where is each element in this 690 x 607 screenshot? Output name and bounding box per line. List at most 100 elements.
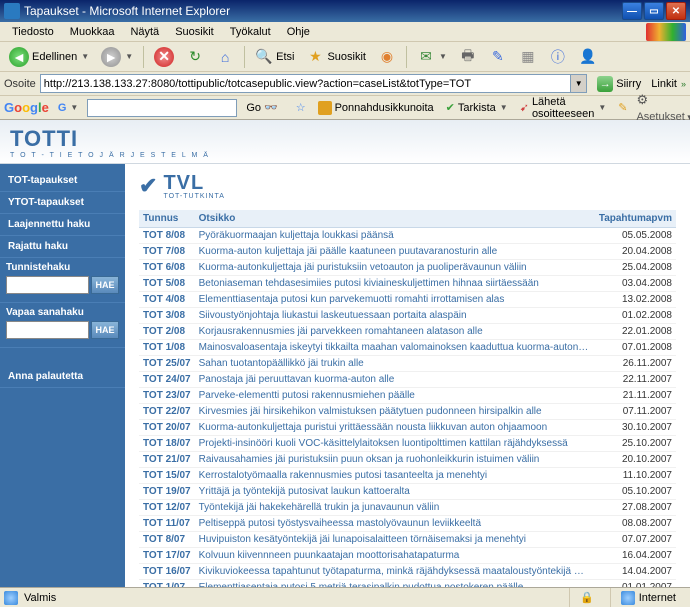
col-title[interactable]: Otsikko bbox=[195, 210, 595, 228]
case-id[interactable]: TOT 7/08 bbox=[139, 244, 195, 260]
case-title[interactable]: Korjausrakennusmies jäi parvekkeen romah… bbox=[195, 324, 595, 340]
maximize-button[interactable]: ▭ bbox=[644, 2, 664, 20]
case-id[interactable]: TOT 12/07 bbox=[139, 500, 195, 516]
address-input[interactable] bbox=[40, 74, 587, 93]
table-row[interactable]: TOT 20/07Kuorma-autonkuljettaja puristui… bbox=[139, 420, 676, 436]
case-title[interactable]: Kolvuun kiivennneen puunkaatajan moottor… bbox=[195, 548, 595, 564]
case-title[interactable]: Työntekijä jäi hakekehärellä trukin ja j… bbox=[195, 500, 595, 516]
case-id[interactable]: TOT 4/08 bbox=[139, 292, 195, 308]
case-title[interactable]: Siivoustyönjohtaja liukastui laskeutuess… bbox=[195, 308, 595, 324]
case-id[interactable]: TOT 16/07 bbox=[139, 564, 195, 580]
case-id[interactable]: TOT 20/07 bbox=[139, 420, 195, 436]
case-id[interactable]: TOT 23/07 bbox=[139, 388, 195, 404]
table-row[interactable]: TOT 5/08Betoniaseman tehdasesimiies puto… bbox=[139, 276, 676, 292]
case-title[interactable]: Yrittäjä ja työntekijä putosivat laukun … bbox=[195, 484, 595, 500]
menu-help[interactable]: Ohje bbox=[279, 24, 318, 40]
case-id[interactable]: TOT 25/07 bbox=[139, 356, 195, 372]
history-button[interactable]: ✉▼ bbox=[412, 45, 452, 69]
free-search-input[interactable] bbox=[6, 321, 89, 339]
table-row[interactable]: TOT 16/07Kivikuviokeessa tapahtunut työt… bbox=[139, 564, 676, 580]
google-send-button[interactable]: ➹Lähetä osoitteeseen▼ bbox=[517, 96, 610, 120]
close-button[interactable]: ✕ bbox=[666, 2, 686, 20]
case-title[interactable]: Huvipuiston kesätyöntekijä jäi lunapoisa… bbox=[195, 532, 595, 548]
edit-button[interactable]: ✎ bbox=[484, 45, 512, 69]
case-id[interactable]: TOT 21/07 bbox=[139, 452, 195, 468]
sidebar-extended-search[interactable]: Laajennettu haku bbox=[0, 214, 125, 236]
case-title[interactable]: Kuorma-autonkuljettaja puristui yrittäes… bbox=[195, 420, 595, 436]
menu-view[interactable]: Näytä bbox=[122, 24, 167, 40]
case-title[interactable]: Sahan tuotantopäällikkö jäi trukin alle bbox=[195, 356, 595, 372]
table-row[interactable]: TOT 8/07Huvipuiston kesätyöntekijä jäi l… bbox=[139, 532, 676, 548]
address-dropdown[interactable]: ▼ bbox=[570, 75, 586, 92]
go-button[interactable]: →Siirry bbox=[591, 74, 647, 94]
messenger-button[interactable]: 👤 bbox=[574, 45, 602, 69]
table-row[interactable]: TOT 23/07Parveke-elementti putosi rakenn… bbox=[139, 388, 676, 404]
table-row[interactable]: TOT 2/08Korjausrakennusmies jäi parvekke… bbox=[139, 324, 676, 340]
sidebar-tot-cases[interactable]: TOT-tapaukset bbox=[0, 170, 125, 192]
media-button[interactable]: ◉ bbox=[373, 45, 401, 69]
case-id[interactable]: TOT 6/08 bbox=[139, 260, 195, 276]
google-bookmark-button[interactable]: ☆ bbox=[293, 101, 309, 114]
discuss-button[interactable]: ▦ bbox=[514, 45, 542, 69]
case-title[interactable]: Kerrostalotyömaalla rakennusmies putosi … bbox=[195, 468, 595, 484]
id-search-button[interactable]: HAE bbox=[91, 276, 119, 294]
google-highlight-button[interactable]: ✎ bbox=[615, 101, 630, 114]
free-search-button[interactable]: HAE bbox=[91, 321, 119, 339]
minimize-button[interactable]: ― bbox=[622, 2, 642, 20]
table-row[interactable]: TOT 21/07Raivausahamies jäi puristuksiin… bbox=[139, 452, 676, 468]
table-row[interactable]: TOT 1/07Elementtiasentaja putosi 5 metri… bbox=[139, 580, 676, 588]
main-panel[interactable]: ✔ TVL TOT-TUTKINTA Tunnus Otsikko Tapaht… bbox=[125, 120, 690, 587]
links-label[interactable]: Linkit bbox=[651, 78, 677, 90]
print-button[interactable]: 🖶 bbox=[454, 45, 482, 69]
case-title[interactable]: Pyöräkuormaajan kuljettaja loukkasi pään… bbox=[195, 228, 595, 244]
forward-button[interactable]: ►▼ bbox=[96, 45, 138, 69]
case-id[interactable]: TOT 17/07 bbox=[139, 548, 195, 564]
case-id[interactable]: TOT 19/07 bbox=[139, 484, 195, 500]
case-id[interactable]: TOT 11/07 bbox=[139, 516, 195, 532]
case-id[interactable]: TOT 15/07 bbox=[139, 468, 195, 484]
google-go-button[interactable]: Go👓 bbox=[243, 101, 280, 114]
case-title[interactable]: Peltiseppä putosi työstysvaiheessa masto… bbox=[195, 516, 595, 532]
case-id[interactable]: TOT 5/08 bbox=[139, 276, 195, 292]
table-row[interactable]: TOT 25/07Sahan tuotantopäällikkö jäi tru… bbox=[139, 356, 676, 372]
google-search-input[interactable] bbox=[87, 99, 237, 117]
menu-file[interactable]: Tiedosto bbox=[4, 24, 62, 40]
table-row[interactable]: TOT 18/07Projekti-insinööri kuoli VOC-kä… bbox=[139, 436, 676, 452]
case-title[interactable]: Raivausahamies jäi puristuksiin puun oks… bbox=[195, 452, 595, 468]
case-id[interactable]: TOT 3/08 bbox=[139, 308, 195, 324]
case-title[interactable]: Kuorma-autonkuljettaja jäi puristuksiin … bbox=[195, 260, 595, 276]
col-date[interactable]: Tapahtumapvm bbox=[595, 210, 676, 228]
google-settings-button[interactable]: ⚙ Asetukset▼ bbox=[636, 92, 690, 123]
table-row[interactable]: TOT 17/07Kolvuun kiivennneen puunkaataja… bbox=[139, 548, 676, 564]
table-row[interactable]: TOT 15/07Kerrostalotyömaalla rakennusmie… bbox=[139, 468, 676, 484]
menu-edit[interactable]: Muokkaa bbox=[62, 24, 123, 40]
case-title[interactable]: Kuorma-auton kuljettaja jäi päälle kaatu… bbox=[195, 244, 595, 260]
case-title[interactable]: Kivikuviokeessa tapahtunut työtapaturma,… bbox=[195, 564, 595, 580]
sidebar-ytot-cases[interactable]: YTOT-tapaukset bbox=[0, 192, 125, 214]
home-button[interactable]: ⌂ bbox=[211, 45, 239, 69]
table-row[interactable]: TOT 24/07Panostaja jäi peruuttavan kuorm… bbox=[139, 372, 676, 388]
case-id[interactable]: TOT 1/07 bbox=[139, 580, 195, 588]
stop-button[interactable]: ✕ bbox=[149, 45, 179, 69]
case-id[interactable]: TOT 18/07 bbox=[139, 436, 195, 452]
table-row[interactable]: TOT 19/07Yrittäjä ja työntekijä putosiva… bbox=[139, 484, 676, 500]
case-id[interactable]: TOT 2/08 bbox=[139, 324, 195, 340]
case-title[interactable]: Betoniaseman tehdasesimiies putosi kivia… bbox=[195, 276, 595, 292]
research-button[interactable]: ⓘ bbox=[544, 45, 572, 69]
links-chevron-icon[interactable]: » bbox=[681, 79, 686, 89]
menu-tools[interactable]: Työkalut bbox=[222, 24, 279, 40]
case-id[interactable]: TOT 24/07 bbox=[139, 372, 195, 388]
table-row[interactable]: TOT 12/07Työntekijä jäi hakekehärellä tr… bbox=[139, 500, 676, 516]
google-check-button[interactable]: ✔Tarkista▼ bbox=[443, 101, 511, 114]
case-title[interactable]: Elementtiasentaja putosi 5 metriä terasi… bbox=[195, 580, 595, 588]
case-title[interactable]: Mainosvaloasentaja iskeytyi tikkailta ma… bbox=[195, 340, 595, 356]
table-row[interactable]: TOT 1/08Mainosvaloasentaja iskeytyi tikk… bbox=[139, 340, 676, 356]
sidebar-feedback[interactable]: Anna palautetta bbox=[0, 366, 125, 388]
table-row[interactable]: TOT 22/07Kirvesmies jäi hirsikehikon val… bbox=[139, 404, 676, 420]
case-title[interactable]: Kirvesmies jäi hirsikehikon valmistuksen… bbox=[195, 404, 595, 420]
google-menu[interactable]: G▼ bbox=[55, 102, 81, 114]
table-row[interactable]: TOT 4/08Elementtiasentaja putosi kun par… bbox=[139, 292, 676, 308]
refresh-button[interactable]: ↻ bbox=[181, 45, 209, 69]
site-logo[interactable]: TOTTI T O T - T I E T O J Ä R J E S T E … bbox=[10, 126, 210, 159]
case-id[interactable]: TOT 1/08 bbox=[139, 340, 195, 356]
